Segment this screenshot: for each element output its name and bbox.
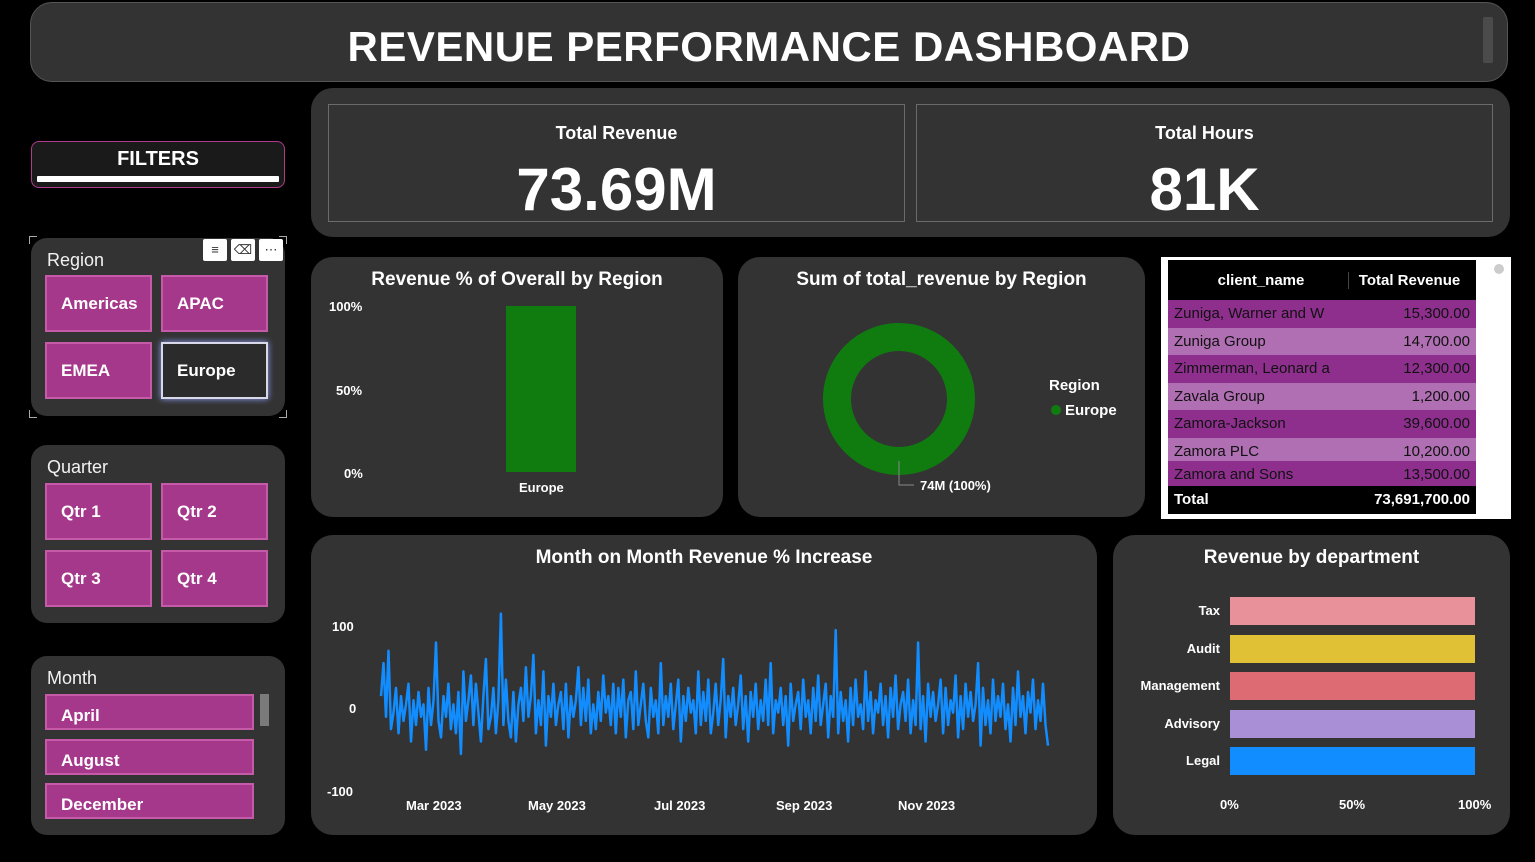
filter-icon[interactable]: ≡ bbox=[203, 239, 227, 261]
month-tile-december[interactable]: December bbox=[45, 783, 254, 819]
kpi-total-revenue: Total Revenue 73.69M bbox=[328, 104, 905, 223]
filters-button[interactable]: FILTERS bbox=[31, 141, 285, 188]
kpi-value: 73.69M bbox=[516, 156, 717, 223]
quarter-tile-q3[interactable]: Qtr 3 bbox=[45, 550, 152, 607]
eraser-icon[interactable]: ⌫ bbox=[231, 239, 255, 261]
table-row[interactable]: Zamora and Sons 13,500.00 bbox=[1168, 461, 1476, 489]
cell-revenue: 10,200.00 bbox=[1403, 442, 1470, 460]
month-scrollbar[interactable] bbox=[260, 694, 269, 726]
x-tick: Europe bbox=[519, 480, 564, 495]
cell-client: Zamora PLC bbox=[1174, 442, 1260, 460]
cell-revenue: 12,300.00 bbox=[1403, 360, 1470, 378]
y-tick: 0% bbox=[344, 466, 363, 481]
bar-advisory[interactable] bbox=[1230, 709, 1475, 738]
region-tile-americas[interactable]: Americas bbox=[45, 275, 152, 332]
category-label: Legal bbox=[1186, 753, 1220, 768]
cell-revenue: 14,700.00 bbox=[1403, 332, 1470, 350]
category-label: Tax bbox=[1198, 603, 1220, 618]
x-tick: 100% bbox=[1458, 797, 1492, 812]
selection-handle[interactable] bbox=[279, 410, 287, 418]
column-header-client[interactable]: client_name ▼ bbox=[1168, 272, 1348, 289]
y-tick: 100% bbox=[329, 299, 363, 314]
legend-title: Region bbox=[1049, 377, 1100, 394]
kpi-label: Total Hours bbox=[1155, 123, 1254, 143]
month-slicer-title: Month bbox=[47, 668, 98, 688]
selection-handle[interactable] bbox=[279, 236, 287, 244]
table-total-row: Total 73,691,700.00 bbox=[1168, 486, 1476, 514]
mom-card: Month on Month Revenue % Increase 100 0 … bbox=[311, 535, 1097, 835]
cell-client: Zamora-Jackson bbox=[1174, 415, 1286, 433]
legend-marker bbox=[1051, 405, 1061, 415]
cell-client: Zavala Group bbox=[1174, 387, 1265, 405]
cell-client: Zamora and Sons bbox=[1174, 466, 1294, 484]
cell-client: Zimmerman, Leonard a bbox=[1174, 360, 1330, 378]
table-row[interactable]: Zavala Group 1,200.00 bbox=[1168, 382, 1476, 410]
bar-europe[interactable] bbox=[506, 306, 576, 472]
table-body[interactable]: Zuniga, Warner and W 15,300.00 Zuniga Gro… bbox=[1168, 300, 1476, 490]
category-label: Advisory bbox=[1164, 715, 1220, 731]
table-row[interactable]: Zuniga Group 14,700.00 bbox=[1168, 327, 1476, 355]
quarter-tile-q4[interactable]: Qtr 4 bbox=[161, 550, 268, 607]
column-header-client-label: client_name bbox=[1217, 271, 1305, 289]
bar-management[interactable] bbox=[1230, 672, 1475, 700]
title-bar: REVENUE PERFORMANCE DASHBOARD bbox=[30, 2, 1508, 82]
category-label: Management bbox=[1140, 678, 1220, 693]
client-table: client_name ▼ Total Revenue Zuniga, Warn… bbox=[1168, 260, 1476, 514]
dept-bar-chart: Tax Audit Management Advisory Legal bbox=[1113, 535, 1510, 835]
legend-item[interactable]: Europe bbox=[1065, 402, 1117, 419]
region-slicer: Region Americas APAC EMEA Europe ≡ ⌫ ⋯ bbox=[31, 238, 285, 416]
region-tile-europe[interactable]: Europe bbox=[161, 342, 268, 399]
client-table-card: client_name ▼ Total Revenue Zuniga, Warn… bbox=[1161, 257, 1511, 519]
table-row[interactable]: Zamora-Jackson 39,600.00 bbox=[1168, 410, 1476, 438]
quarter-tile-q1[interactable]: Qtr 1 bbox=[45, 483, 152, 540]
chart-title: Revenue % of Overall by Region bbox=[371, 269, 663, 290]
line-chart bbox=[379, 612, 1050, 756]
region-tile-apac[interactable]: APAC bbox=[161, 275, 268, 332]
total-label: Total bbox=[1174, 491, 1209, 509]
total-value: 73,691,700.00 bbox=[1374, 491, 1470, 509]
selection-handle[interactable] bbox=[29, 410, 37, 418]
cell-client: Zuniga Group bbox=[1174, 332, 1266, 350]
cell-client: Zuniga, Warner and W bbox=[1174, 305, 1325, 323]
kpi-total-hours: Total Hours 81K bbox=[916, 104, 1493, 223]
filters-label: FILTERS bbox=[117, 148, 199, 170]
month-slicer: Month April August December bbox=[31, 656, 285, 835]
region-tile-emea[interactable]: EMEA bbox=[45, 342, 152, 399]
y-tick: 50% bbox=[336, 383, 363, 398]
x-tick: 0% bbox=[1220, 797, 1239, 812]
donut-data-label: 74M (100%) bbox=[920, 478, 991, 493]
bar-audit[interactable] bbox=[1230, 634, 1475, 663]
table-row[interactable]: Zuniga, Warner and W 15,300.00 bbox=[1168, 300, 1476, 328]
x-tick: 50% bbox=[1339, 797, 1366, 812]
donut-slice-europe[interactable] bbox=[823, 323, 975, 475]
region-slicer-title: Region bbox=[47, 250, 105, 270]
bar-tax[interactable] bbox=[1230, 597, 1475, 625]
scrollbar[interactable] bbox=[1483, 17, 1493, 63]
table-row[interactable]: Zimmerman, Leonard a 12,300.00 bbox=[1168, 355, 1476, 383]
selection-handle[interactable] bbox=[29, 236, 37, 244]
bar-legal[interactable] bbox=[1230, 747, 1475, 775]
table-scroll-indicator[interactable] bbox=[1494, 264, 1504, 274]
table-header: client_name ▼ Total Revenue bbox=[1168, 260, 1476, 300]
cell-revenue: 39,600.00 bbox=[1403, 415, 1470, 433]
cell-revenue: 15,300.00 bbox=[1403, 305, 1470, 323]
quarter-tile-q2[interactable]: Qtr 2 bbox=[161, 483, 268, 540]
filters-underline bbox=[37, 176, 279, 182]
cell-revenue: 1,200.00 bbox=[1411, 387, 1470, 405]
page-title: REVENUE PERFORMANCE DASHBOARD bbox=[347, 23, 1191, 70]
month-tile-april[interactable]: April bbox=[45, 694, 254, 730]
region-pct-card: Revenue % of Overall by Region 100% 50% … bbox=[311, 257, 723, 517]
quarter-slicer-title: Quarter bbox=[47, 457, 109, 477]
kpi-value: 81K bbox=[1149, 156, 1260, 223]
cell-revenue: 13,500.00 bbox=[1403, 466, 1470, 484]
column-header-revenue[interactable]: Total Revenue bbox=[1348, 271, 1476, 289]
quarter-slicer: Quarter Qtr 1 Qtr 2 Qtr 3 Qtr 4 bbox=[31, 445, 285, 623]
month-tile-august[interactable]: August bbox=[45, 739, 254, 775]
series-line[interactable] bbox=[379, 612, 1050, 756]
donut-card: Sum of total_revenue by Region 74M (100%… bbox=[738, 257, 1145, 517]
department-card: Revenue by department Tax Audit Management… bbox=[1113, 535, 1510, 835]
kpi-label: Total Revenue bbox=[555, 123, 678, 143]
category-label: Audit bbox=[1186, 640, 1220, 656]
